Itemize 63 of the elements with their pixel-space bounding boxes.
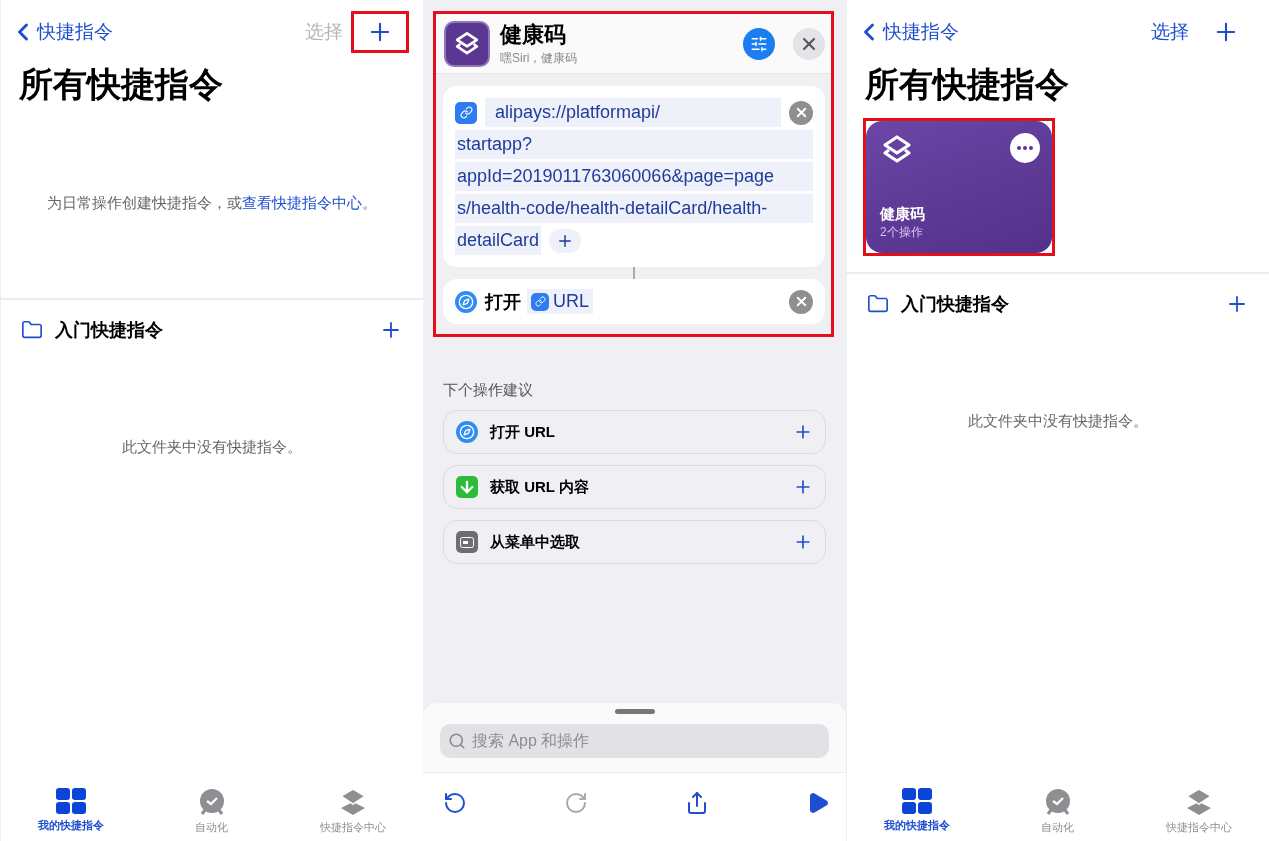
empty-folder-message: 此文件夹中没有快捷指令。 [967, 412, 1149, 431]
back-link[interactable]: 快捷指令 [9, 18, 113, 46]
share-button[interactable] [685, 791, 709, 815]
empty-folder-message: 此文件夹中没有快捷指令。 [121, 438, 303, 457]
more-button[interactable] [1010, 133, 1040, 163]
url-text[interactable]: appId=2019011763060066&page=page [455, 162, 813, 191]
layers-icon [1184, 788, 1213, 816]
link-icon [455, 101, 477, 124]
empty-message: 为日常操作创建快捷指令，或查看快捷指令中心。 [46, 193, 378, 213]
url-text[interactable]: s/health-code/health-detailCard/health- [455, 194, 813, 223]
menu-icon [456, 531, 478, 553]
tab[interactable]: 我的快捷指令 [11, 787, 132, 841]
tab[interactable]: 快捷指令中心 [1138, 787, 1259, 841]
suggestion-item[interactable]: 获取 URL 内容 [443, 465, 826, 509]
shortcut-name: 健康码 [500, 21, 567, 49]
sliders-icon [750, 34, 768, 53]
add-variable-button[interactable] [549, 228, 582, 253]
folder-icon [867, 293, 889, 315]
tab[interactable]: 我的快捷指令 [857, 787, 978, 841]
back-link[interactable]: 快捷指令 [855, 18, 959, 46]
url-text[interactable]: startapp? [455, 130, 813, 159]
folder-name: 入门快捷指令 [55, 319, 164, 342]
url-text[interactable]: detailCard [455, 226, 542, 255]
link-icon [531, 292, 549, 311]
sheet-handle[interactable] [614, 709, 655, 714]
gallery-link[interactable]: 查看快捷指令中心 [242, 193, 362, 211]
compass-icon [455, 290, 477, 313]
grid-icon [902, 788, 933, 814]
tab[interactable]: 自动化 [998, 787, 1118, 841]
action-verb: 打开 [485, 290, 521, 314]
download-icon [456, 476, 478, 498]
select-button[interactable]: 选择 [1143, 19, 1197, 45]
clock-check-icon [198, 788, 226, 816]
compass-icon [456, 421, 478, 443]
suggestion-item[interactable]: 打开 URL [443, 410, 826, 454]
shortcut-subtitle: 嘿Siri，健康码 [500, 50, 579, 67]
suggestion-item[interactable]: 从菜单中选取 [443, 520, 826, 564]
shortcut-card[interactable]: 健康码 2个操作 [866, 121, 1052, 253]
folder-name: 入门快捷指令 [901, 293, 1010, 316]
search-field[interactable]: 搜索 App 和操作 [440, 724, 829, 758]
ellipsis-icon [1017, 146, 1033, 150]
close-button[interactable] [793, 27, 825, 60]
grid-icon [56, 788, 87, 814]
undo-button[interactable] [443, 791, 467, 815]
settings-button[interactable] [743, 27, 775, 60]
undo-icon [443, 791, 467, 815]
tab[interactable]: 快捷指令中心 [292, 787, 413, 841]
page-title: 所有快捷指令 [19, 64, 224, 105]
page-title: 所有快捷指令 [865, 64, 1070, 105]
search-icon [448, 732, 466, 750]
clear-button[interactable] [789, 289, 813, 314]
folder-icon [21, 319, 43, 341]
shortcut-name: 健康码 [880, 205, 926, 224]
clock-check-icon [1044, 788, 1072, 816]
tab[interactable]: 自动化 [152, 787, 272, 841]
section-title: 下个操作建议 [443, 381, 534, 400]
redo-icon [564, 791, 588, 815]
layers-icon [338, 788, 367, 816]
shortcut-subtitle: 2个操作 [880, 224, 924, 241]
url-variable[interactable]: URL [527, 289, 593, 314]
clear-button[interactable] [789, 100, 813, 125]
url-text[interactable]: alipays://platformapi/ [485, 98, 781, 127]
share-icon [685, 791, 709, 815]
